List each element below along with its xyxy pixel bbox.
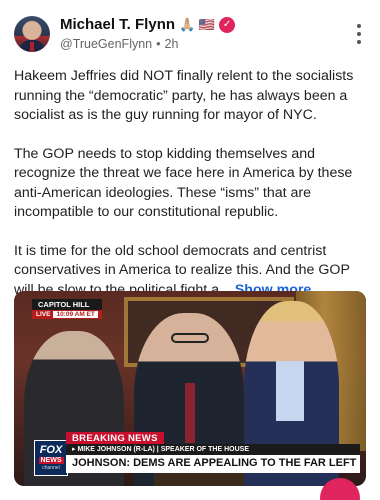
speaker-line: ▸ MIKE JOHNSON (R-LA) | SPEAKER OF THE H… <box>66 444 360 455</box>
news-chyron: FOX NEWS channel BREAKING NEWS ▸ MIKE JO… <box>34 432 360 480</box>
speaker-glasses <box>171 333 209 343</box>
separator-dot: • <box>156 37 161 51</box>
author-name-row: Michael T. Flynn 🙏🏼 🇺🇸 ✓ <box>60 16 236 33</box>
location-tag: CAPITOL HILL LIVE 10:09 AM ET <box>32 299 102 319</box>
live-indicator: LIVE 10:09 AM ET <box>32 310 102 319</box>
verified-badge-icon: ✓ <box>219 16 236 33</box>
logo-sub: channel <box>42 465 60 471</box>
post-paragraph: Hakeem Jeffries did NOT finally relent t… <box>14 68 354 123</box>
post-paragraph: The GOP needs to stop kidding themselves… <box>14 145 353 221</box>
fox-news-logo: FOX NEWS channel <box>34 440 68 476</box>
headline: JOHNSON: DEMS ARE APPEALING TO THE FAR L… <box>66 455 360 473</box>
author-handle-row: @TrueGenFlynn • 2h <box>60 37 178 51</box>
location-label: CAPITOL HILL <box>32 299 102 310</box>
logo-top: FOX <box>39 444 63 456</box>
live-label: LIVE <box>36 311 51 318</box>
more-vertical-icon[interactable] <box>352 24 366 44</box>
author-handle[interactable]: @TrueGenFlynn <box>60 37 152 51</box>
post-body: Hakeem Jeffries did NOT finally relent t… <box>14 67 368 319</box>
author-name[interactable]: Michael T. Flynn <box>60 16 175 33</box>
avatar[interactable] <box>14 16 50 52</box>
person-right-shirt <box>276 361 304 421</box>
post-header: Michael T. Flynn 🙏🏼 🇺🇸 ✓ @TrueGenFlynn •… <box>14 14 366 54</box>
live-time: 10:09 AM ET <box>53 311 98 318</box>
logo-bottom: NEWS <box>38 457 64 464</box>
post-media-image[interactable]: CAPITOL HILL LIVE 10:09 AM ET FOX NEWS c… <box>14 291 366 486</box>
author-emoji-badges: 🙏🏼 🇺🇸 <box>179 16 216 32</box>
post-time: 2h <box>164 37 179 51</box>
